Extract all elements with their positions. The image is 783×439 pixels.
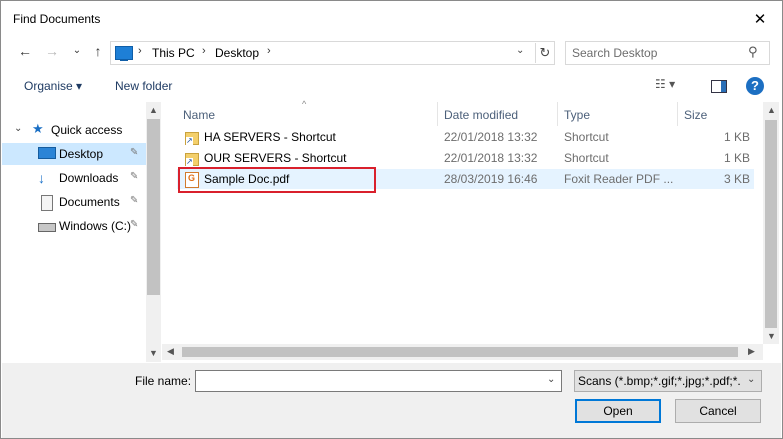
refresh-icon[interactable]: ↻ [535,43,554,63]
scroll-up-icon[interactable]: ▲ [149,105,158,115]
horizontal-scrollbar[interactable]: ◀ ▶ [162,344,763,360]
file-row[interactable]: OUR SERVERS - Shortcut 22/01/2018 13:32 … [177,148,754,168]
folder-shortcut-icon [185,153,199,166]
column-header-size[interactable]: Size [684,108,707,122]
column-header-date-modified[interactable]: Date modified [444,108,518,122]
new-folder-button[interactable]: New folder [115,79,172,93]
file-name: OUR SERVERS - Shortcut [204,151,347,165]
scroll-down-icon[interactable]: ▼ [767,331,776,341]
change-view-icon[interactable]: ☷ ▾ [655,77,675,91]
navigation-scrollbar[interactable]: ▲ ▼ [146,102,161,362]
preview-pane-icon[interactable] [711,80,727,93]
address-bar[interactable]: › This PC › Desktop › ⌄ ↻ [110,41,555,65]
sidebar-item-documents[interactable]: Documents ✎ [2,191,146,213]
file-type: Shortcut [564,130,609,144]
cancel-button[interactable]: Cancel [675,399,761,423]
sidebar-item-label: Downloads [59,171,119,185]
file-date: 28/03/2019 16:46 [444,172,538,186]
chevron-down-icon[interactable]: ⌄ [14,123,22,134]
file-type: Shortcut [564,151,609,165]
navigation-pane: ⌄ ★ Quick access Desktop ✎ ↓ Downloads ✎… [2,102,161,362]
file-list-scrollbar[interactable]: ▲ ▼ [763,102,779,344]
column-header-type[interactable]: Type [564,108,590,122]
column-divider[interactable] [677,102,678,126]
file-name: HA SERVERS - Shortcut [204,130,336,144]
pin-icon[interactable]: ✎ [130,195,138,206]
this-pc-icon [115,46,133,61]
file-name-combobox[interactable]: ⌄ [195,370,562,392]
folder-shortcut-icon [185,132,199,145]
chevron-down-icon[interactable]: ⌄ [516,45,524,56]
forward-arrow-icon[interactable]: → [43,43,61,59]
star-icon: ★ [32,121,44,136]
help-icon[interactable]: ? [746,77,764,95]
sidebar-item-quick-access[interactable]: ⌄ ★ Quick access [2,119,146,141]
file-list: ^ Name Date modified Type Size HA SERVER… [162,99,762,344]
pin-icon[interactable]: ✎ [130,219,138,230]
column-divider[interactable] [557,102,558,126]
sidebar-item-downloads[interactable]: ↓ Downloads ✎ [2,167,146,189]
recent-locations-icon[interactable]: ⌄ [68,45,86,56]
window-title: Find Documents [13,12,101,26]
scrollbar-thumb[interactable] [182,347,738,357]
breadcrumb-separator[interactable]: › [267,45,271,57]
annotation-highlight-box [178,167,376,193]
find-documents-dialog: Find Documents ✕ ← → ⌄ ↑ › This PC › Des… [0,0,783,439]
chevron-down-icon[interactable]: ⌄ [547,374,555,385]
file-type: Foxit Reader PDF ... [564,172,674,186]
pin-icon[interactable]: ✎ [130,147,138,158]
sidebar-item-label: Quick access [51,123,123,137]
up-arrow-icon[interactable]: ↑ [89,43,107,59]
breadcrumb-this-pc[interactable]: This PC [152,46,195,60]
close-icon[interactable]: ✕ [750,10,770,30]
scroll-up-icon[interactable]: ▲ [767,105,776,115]
scroll-right-icon[interactable]: ▶ [748,346,755,357]
scroll-down-icon[interactable]: ▼ [149,348,158,358]
file-row[interactable]: HA SERVERS - Shortcut 22/01/2018 13:32 S… [177,127,754,147]
file-date: 22/01/2018 13:32 [444,151,538,165]
organise-menu[interactable]: Organise ▾ [24,79,82,93]
file-name-input[interactable] [199,373,543,391]
file-name-label: File name: [135,374,192,388]
title-bar: Find Documents ✕ [1,1,782,38]
scrollbar-thumb[interactable] [765,120,777,328]
column-header-name[interactable]: Name [183,108,215,122]
sidebar-item-label: Windows (C:) [59,219,132,233]
scrollbar-thumb[interactable] [147,119,160,295]
search-box[interactable]: ⚲ [565,41,770,65]
drive-icon [38,223,56,232]
sort-ascending-icon: ^ [302,99,307,109]
scroll-left-icon[interactable]: ◀ [167,346,174,357]
open-button[interactable]: Open [575,399,661,423]
back-arrow-icon[interactable]: ← [16,43,34,59]
breadcrumb-desktop[interactable]: Desktop [215,46,259,60]
breadcrumb-separator[interactable]: › [202,45,206,57]
sidebar-item-label: Desktop [59,147,104,161]
file-size: 3 KB [723,172,750,186]
sidebar-item-windows-c[interactable]: Windows (C:) ✎ [2,215,146,237]
download-icon: ↓ [38,170,45,186]
file-date: 22/01/2018 13:32 [444,130,538,144]
breadcrumb-separator[interactable]: › [138,45,142,57]
documents-icon [41,195,53,211]
desktop-icon [38,147,56,159]
chevron-down-icon[interactable]: ⌄ [747,374,755,385]
file-size: 1 KB [723,130,750,144]
file-type-filter[interactable]: Scans (*.bmp;*.gif;*.jpg;*.pdf;*. ⌄ [574,370,762,392]
file-type-filter-value: Scans (*.bmp;*.gif;*.jpg;*.pdf;*. [578,374,741,388]
pin-icon[interactable]: ✎ [130,171,138,182]
column-divider[interactable] [437,102,438,126]
sidebar-item-label: Documents [59,195,120,209]
search-icon[interactable]: ⚲ [748,44,758,60]
file-size: 1 KB [723,151,750,165]
sidebar-item-desktop[interactable]: Desktop ✎ [2,143,146,165]
search-input[interactable] [570,44,744,62]
